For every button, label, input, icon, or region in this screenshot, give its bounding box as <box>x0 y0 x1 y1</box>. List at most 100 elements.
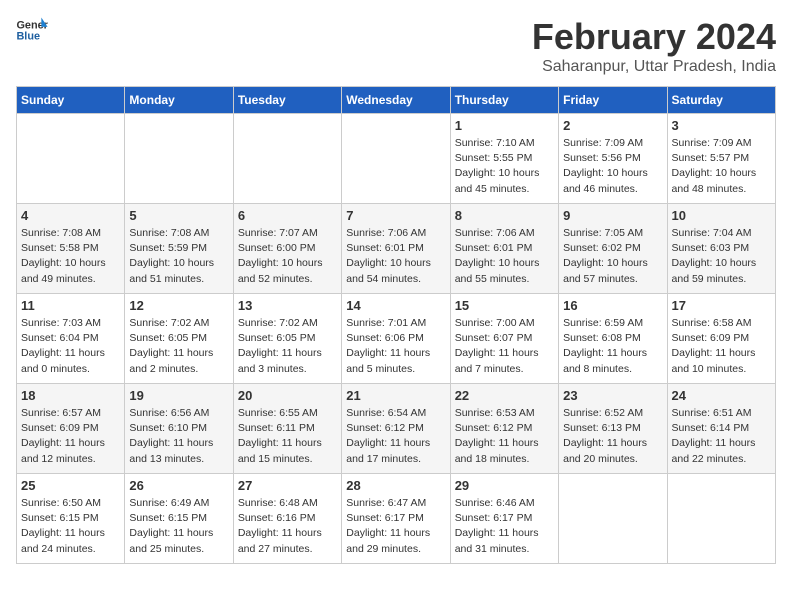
day-number: 17 <box>672 298 771 313</box>
calendar-cell: 21 Sunrise: 6:54 AMSunset: 6:12 PMDayligh… <box>342 384 450 474</box>
day-number: 10 <box>672 208 771 223</box>
day-number: 6 <box>238 208 337 223</box>
calendar-cell: 24Sunrise: 6:51 AMSunset: 6:14 PMDayligh… <box>667 384 775 474</box>
calendar-cell <box>559 474 667 564</box>
calendar-cell <box>17 114 125 204</box>
calendar-cell: 7 Sunrise: 7:06 AMSunset: 6:01 PMDaylight… <box>342 204 450 294</box>
day-info: Sunrise: 6:56 AMSunset: 6:10 PMDaylight:… <box>129 406 228 467</box>
day-info: Sunrise: 7:02 AMSunset: 6:05 PMDaylight:… <box>238 316 337 377</box>
page-header: General Blue February 2024 Saharanpur, U… <box>16 16 776 76</box>
day-number: 29 <box>455 478 554 493</box>
day-info: Sunrise: 7:08 AMSunset: 5:58 PMDaylight:… <box>21 226 120 287</box>
day-info: Sunrise: 7:06 AMSunset: 6:01 PMDaylight:… <box>346 226 445 287</box>
calendar-cell: 20 Sunrise: 6:55 AMSunset: 6:11 PMDayligh… <box>233 384 341 474</box>
day-number: 3 <box>672 118 771 133</box>
calendar-cell: 18Sunrise: 6:57 AMSunset: 6:09 PMDayligh… <box>17 384 125 474</box>
calendar-week-1: 1 Sunrise: 7:10 AMSunset: 5:55 PMDaylight… <box>17 114 776 204</box>
day-number: 5 <box>129 208 228 223</box>
day-info: Sunrise: 7:09 AMSunset: 5:56 PMDaylight:… <box>563 136 662 197</box>
day-number: 9 <box>563 208 662 223</box>
day-info: Sunrise: 7:01 AMSunset: 6:06 PMDaylight:… <box>346 316 445 377</box>
calendar-cell: 29 Sunrise: 6:46 AMSunset: 6:17 PMDayligh… <box>450 474 558 564</box>
weekday-header-row: SundayMondayTuesdayWednesdayThursdayFrid… <box>17 87 776 114</box>
day-number: 27 <box>238 478 337 493</box>
day-info: Sunrise: 6:54 AMSunset: 6:12 PMDaylight:… <box>346 406 445 467</box>
day-number: 8 <box>455 208 554 223</box>
calendar-cell: 17 Sunrise: 6:58 AMSunset: 6:09 PMDayligh… <box>667 294 775 384</box>
day-number: 14 <box>346 298 445 313</box>
day-info: Sunrise: 6:50 AMSunset: 6:15 PMDaylight:… <box>21 496 120 557</box>
day-number: 24 <box>672 388 771 403</box>
weekday-tuesday: Tuesday <box>233 87 341 114</box>
calendar-week-3: 11 Sunrise: 7:03 AMSunset: 6:04 PMDayligh… <box>17 294 776 384</box>
calendar-cell: 13Sunrise: 7:02 AMSunset: 6:05 PMDayligh… <box>233 294 341 384</box>
calendar-header: SundayMondayTuesdayWednesdayThursdayFrid… <box>17 87 776 114</box>
weekday-thursday: Thursday <box>450 87 558 114</box>
day-number: 4 <box>21 208 120 223</box>
calendar-cell: 11 Sunrise: 7:03 AMSunset: 6:04 PMDayligh… <box>17 294 125 384</box>
day-info: Sunrise: 7:10 AMSunset: 5:55 PMDaylight:… <box>455 136 554 197</box>
calendar-cell <box>342 114 450 204</box>
calendar-cell: 8 Sunrise: 7:06 AMSunset: 6:01 PMDaylight… <box>450 204 558 294</box>
day-number: 1 <box>455 118 554 133</box>
day-info: Sunrise: 6:58 AMSunset: 6:09 PMDaylight:… <box>672 316 771 377</box>
calendar-cell: 1 Sunrise: 7:10 AMSunset: 5:55 PMDaylight… <box>450 114 558 204</box>
day-info: Sunrise: 7:03 AMSunset: 6:04 PMDaylight:… <box>21 316 120 377</box>
day-number: 15 <box>455 298 554 313</box>
calendar-cell <box>125 114 233 204</box>
day-info: Sunrise: 7:05 AMSunset: 6:02 PMDaylight:… <box>563 226 662 287</box>
day-info: Sunrise: 6:46 AMSunset: 6:17 PMDaylight:… <box>455 496 554 557</box>
logo-icon: General Blue <box>16 16 48 44</box>
calendar-week-4: 18Sunrise: 6:57 AMSunset: 6:09 PMDayligh… <box>17 384 776 474</box>
day-info: Sunrise: 6:59 AMSunset: 6:08 PMDaylight:… <box>563 316 662 377</box>
calendar-cell: 3 Sunrise: 7:09 AMSunset: 5:57 PMDaylight… <box>667 114 775 204</box>
calendar-cell: 19 Sunrise: 6:56 AMSunset: 6:10 PMDayligh… <box>125 384 233 474</box>
day-info: Sunrise: 7:07 AMSunset: 6:00 PMDaylight:… <box>238 226 337 287</box>
day-number: 19 <box>129 388 228 403</box>
calendar-cell: 2 Sunrise: 7:09 AMSunset: 5:56 PMDaylight… <box>559 114 667 204</box>
calendar-table: SundayMondayTuesdayWednesdayThursdayFrid… <box>16 86 776 564</box>
weekday-saturday: Saturday <box>667 87 775 114</box>
calendar-cell: 22 Sunrise: 6:53 AMSunset: 6:12 PMDayligh… <box>450 384 558 474</box>
day-info: Sunrise: 6:52 AMSunset: 6:13 PMDaylight:… <box>563 406 662 467</box>
day-number: 20 <box>238 388 337 403</box>
calendar-cell: 10 Sunrise: 7:04 AMSunset: 6:03 PMDayligh… <box>667 204 775 294</box>
day-info: Sunrise: 7:00 AMSunset: 6:07 PMDaylight:… <box>455 316 554 377</box>
calendar-cell: 16 Sunrise: 6:59 AMSunset: 6:08 PMDayligh… <box>559 294 667 384</box>
day-number: 22 <box>455 388 554 403</box>
day-number: 7 <box>346 208 445 223</box>
day-number: 11 <box>21 298 120 313</box>
calendar-cell: 26Sunrise: 6:49 AMSunset: 6:15 PMDayligh… <box>125 474 233 564</box>
day-number: 26 <box>129 478 228 493</box>
calendar-cell: 6 Sunrise: 7:07 AMSunset: 6:00 PMDaylight… <box>233 204 341 294</box>
calendar-body: 1 Sunrise: 7:10 AMSunset: 5:55 PMDaylight… <box>17 114 776 564</box>
day-info: Sunrise: 6:47 AMSunset: 6:17 PMDaylight:… <box>346 496 445 557</box>
calendar-cell: 5 Sunrise: 7:08 AMSunset: 5:59 PMDaylight… <box>125 204 233 294</box>
weekday-sunday: Sunday <box>17 87 125 114</box>
day-number: 28 <box>346 478 445 493</box>
day-info: Sunrise: 7:08 AMSunset: 5:59 PMDaylight:… <box>129 226 228 287</box>
day-number: 21 <box>346 388 445 403</box>
day-number: 2 <box>563 118 662 133</box>
day-info: Sunrise: 7:02 AMSunset: 6:05 PMDaylight:… <box>129 316 228 377</box>
calendar-cell <box>233 114 341 204</box>
day-number: 16 <box>563 298 662 313</box>
day-info: Sunrise: 6:53 AMSunset: 6:12 PMDaylight:… <box>455 406 554 467</box>
calendar-week-2: 4 Sunrise: 7:08 AMSunset: 5:58 PMDaylight… <box>17 204 776 294</box>
day-number: 23 <box>563 388 662 403</box>
weekday-wednesday: Wednesday <box>342 87 450 114</box>
location-title: Saharanpur, Uttar Pradesh, India <box>532 58 776 76</box>
day-info: Sunrise: 7:09 AMSunset: 5:57 PMDaylight:… <box>672 136 771 197</box>
day-info: Sunrise: 7:04 AMSunset: 6:03 PMDaylight:… <box>672 226 771 287</box>
calendar-cell: 15 Sunrise: 7:00 AMSunset: 6:07 PMDayligh… <box>450 294 558 384</box>
calendar-week-5: 25Sunrise: 6:50 AMSunset: 6:15 PMDayligh… <box>17 474 776 564</box>
weekday-monday: Monday <box>125 87 233 114</box>
day-info: Sunrise: 7:06 AMSunset: 6:01 PMDaylight:… <box>455 226 554 287</box>
calendar-cell <box>667 474 775 564</box>
day-info: Sunrise: 6:55 AMSunset: 6:11 PMDaylight:… <box>238 406 337 467</box>
day-number: 12 <box>129 298 228 313</box>
svg-text:Blue: Blue <box>16 30 40 42</box>
calendar-cell: 23 Sunrise: 6:52 AMSunset: 6:13 PMDayligh… <box>559 384 667 474</box>
title-area: February 2024 Saharanpur, Uttar Pradesh,… <box>532 16 776 76</box>
logo: General Blue <box>16 16 48 44</box>
